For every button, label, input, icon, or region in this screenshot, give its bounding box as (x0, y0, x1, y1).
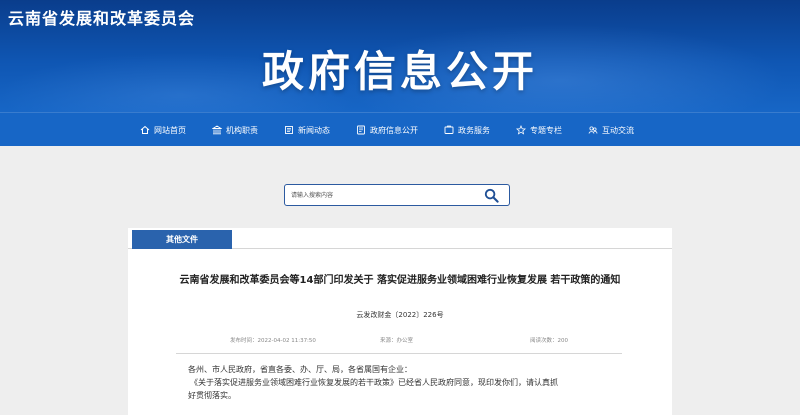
nav-item-home[interactable]: 网站首页 (140, 113, 186, 147)
interaction-icon (588, 126, 598, 134)
article-title: 云南省发展和改革委员会等14部门印发关于 落实促进服务业领域困难行业恢复发展 若… (179, 275, 621, 286)
nav-item-topic[interactable]: 专题专栏 (516, 113, 562, 147)
nav-item-label: 机构职责 (226, 125, 258, 135)
institution-icon (212, 125, 222, 135)
article-body: 各州、市人民政府，省直各委、办、厅、局，各省属国有企业： 《关于落实促进服务业领… (188, 363, 618, 402)
search-box (284, 184, 510, 206)
info-disclosure-icon (357, 125, 365, 135)
view-count: 阅读次数：200 (530, 338, 568, 344)
body-paragraph: 《关于落实促进服务业领域困难行业恢复发展的若干政策》已经省人民政府同意，现印发你… (190, 378, 558, 387)
nav-item-institution[interactable]: 机构职责 (212, 113, 258, 147)
site-name[interactable]: 云南省发展和改革委员会 (8, 5, 195, 29)
salutation: 各州、市人民政府，省直各委、办、厅、局，各省属国有企业： (188, 365, 412, 374)
topic-icon (516, 125, 526, 135)
nav-item-service[interactable]: 政务服务 (444, 113, 490, 147)
article-panel: 其他文件 云南省发展和改革委员会等14部门印发关于 落实促进服务业领域困难行业恢… (128, 228, 672, 415)
article-meta: 发布时间：2022-04-02 11:37:50 来源：办公室 阅读次数：200 (128, 336, 672, 346)
source: 来源：办公室 (380, 338, 414, 344)
service-icon (444, 125, 454, 134)
publish-time: 发布时间：2022-04-02 11:37:50 (230, 338, 316, 344)
news-icon (285, 126, 293, 134)
nav-item-label: 政务服务 (458, 125, 490, 135)
nav-item-label: 新闻动态 (298, 125, 330, 135)
nav-item-label: 专题专栏 (530, 125, 562, 135)
home-icon (140, 125, 150, 134)
header-banner: 云南省发展和改革委员会 政府信息公开 (0, 0, 800, 112)
nav-item-label: 互动交流 (602, 125, 634, 135)
document-number: 云发改财金〔2022〕226号 (356, 311, 444, 319)
banner-title: 政府信息公开 (261, 47, 538, 96)
nav-item-info-disclosure[interactable]: 政府信息公开 (356, 113, 418, 147)
main-nav: 网站首页 机构职责 新闻动态 政府信息公开 政务服务 专题专栏 互动交流 (0, 112, 800, 146)
nav-item-news[interactable]: 新闻动态 (284, 113, 330, 147)
tab-other-documents[interactable]: 其他文件 (132, 230, 232, 249)
nav-item-interaction[interactable]: 互动交流 (588, 113, 634, 147)
divider (176, 353, 622, 354)
nav-item-label: 政府信息公开 (370, 125, 418, 135)
search-input[interactable] (291, 187, 481, 203)
body-paragraph-continuation: 好贯彻落实。 (188, 391, 236, 400)
tab-bar: 其他文件 (128, 228, 672, 249)
search-icon[interactable] (484, 188, 499, 203)
nav-item-label: 网站首页 (154, 125, 186, 135)
